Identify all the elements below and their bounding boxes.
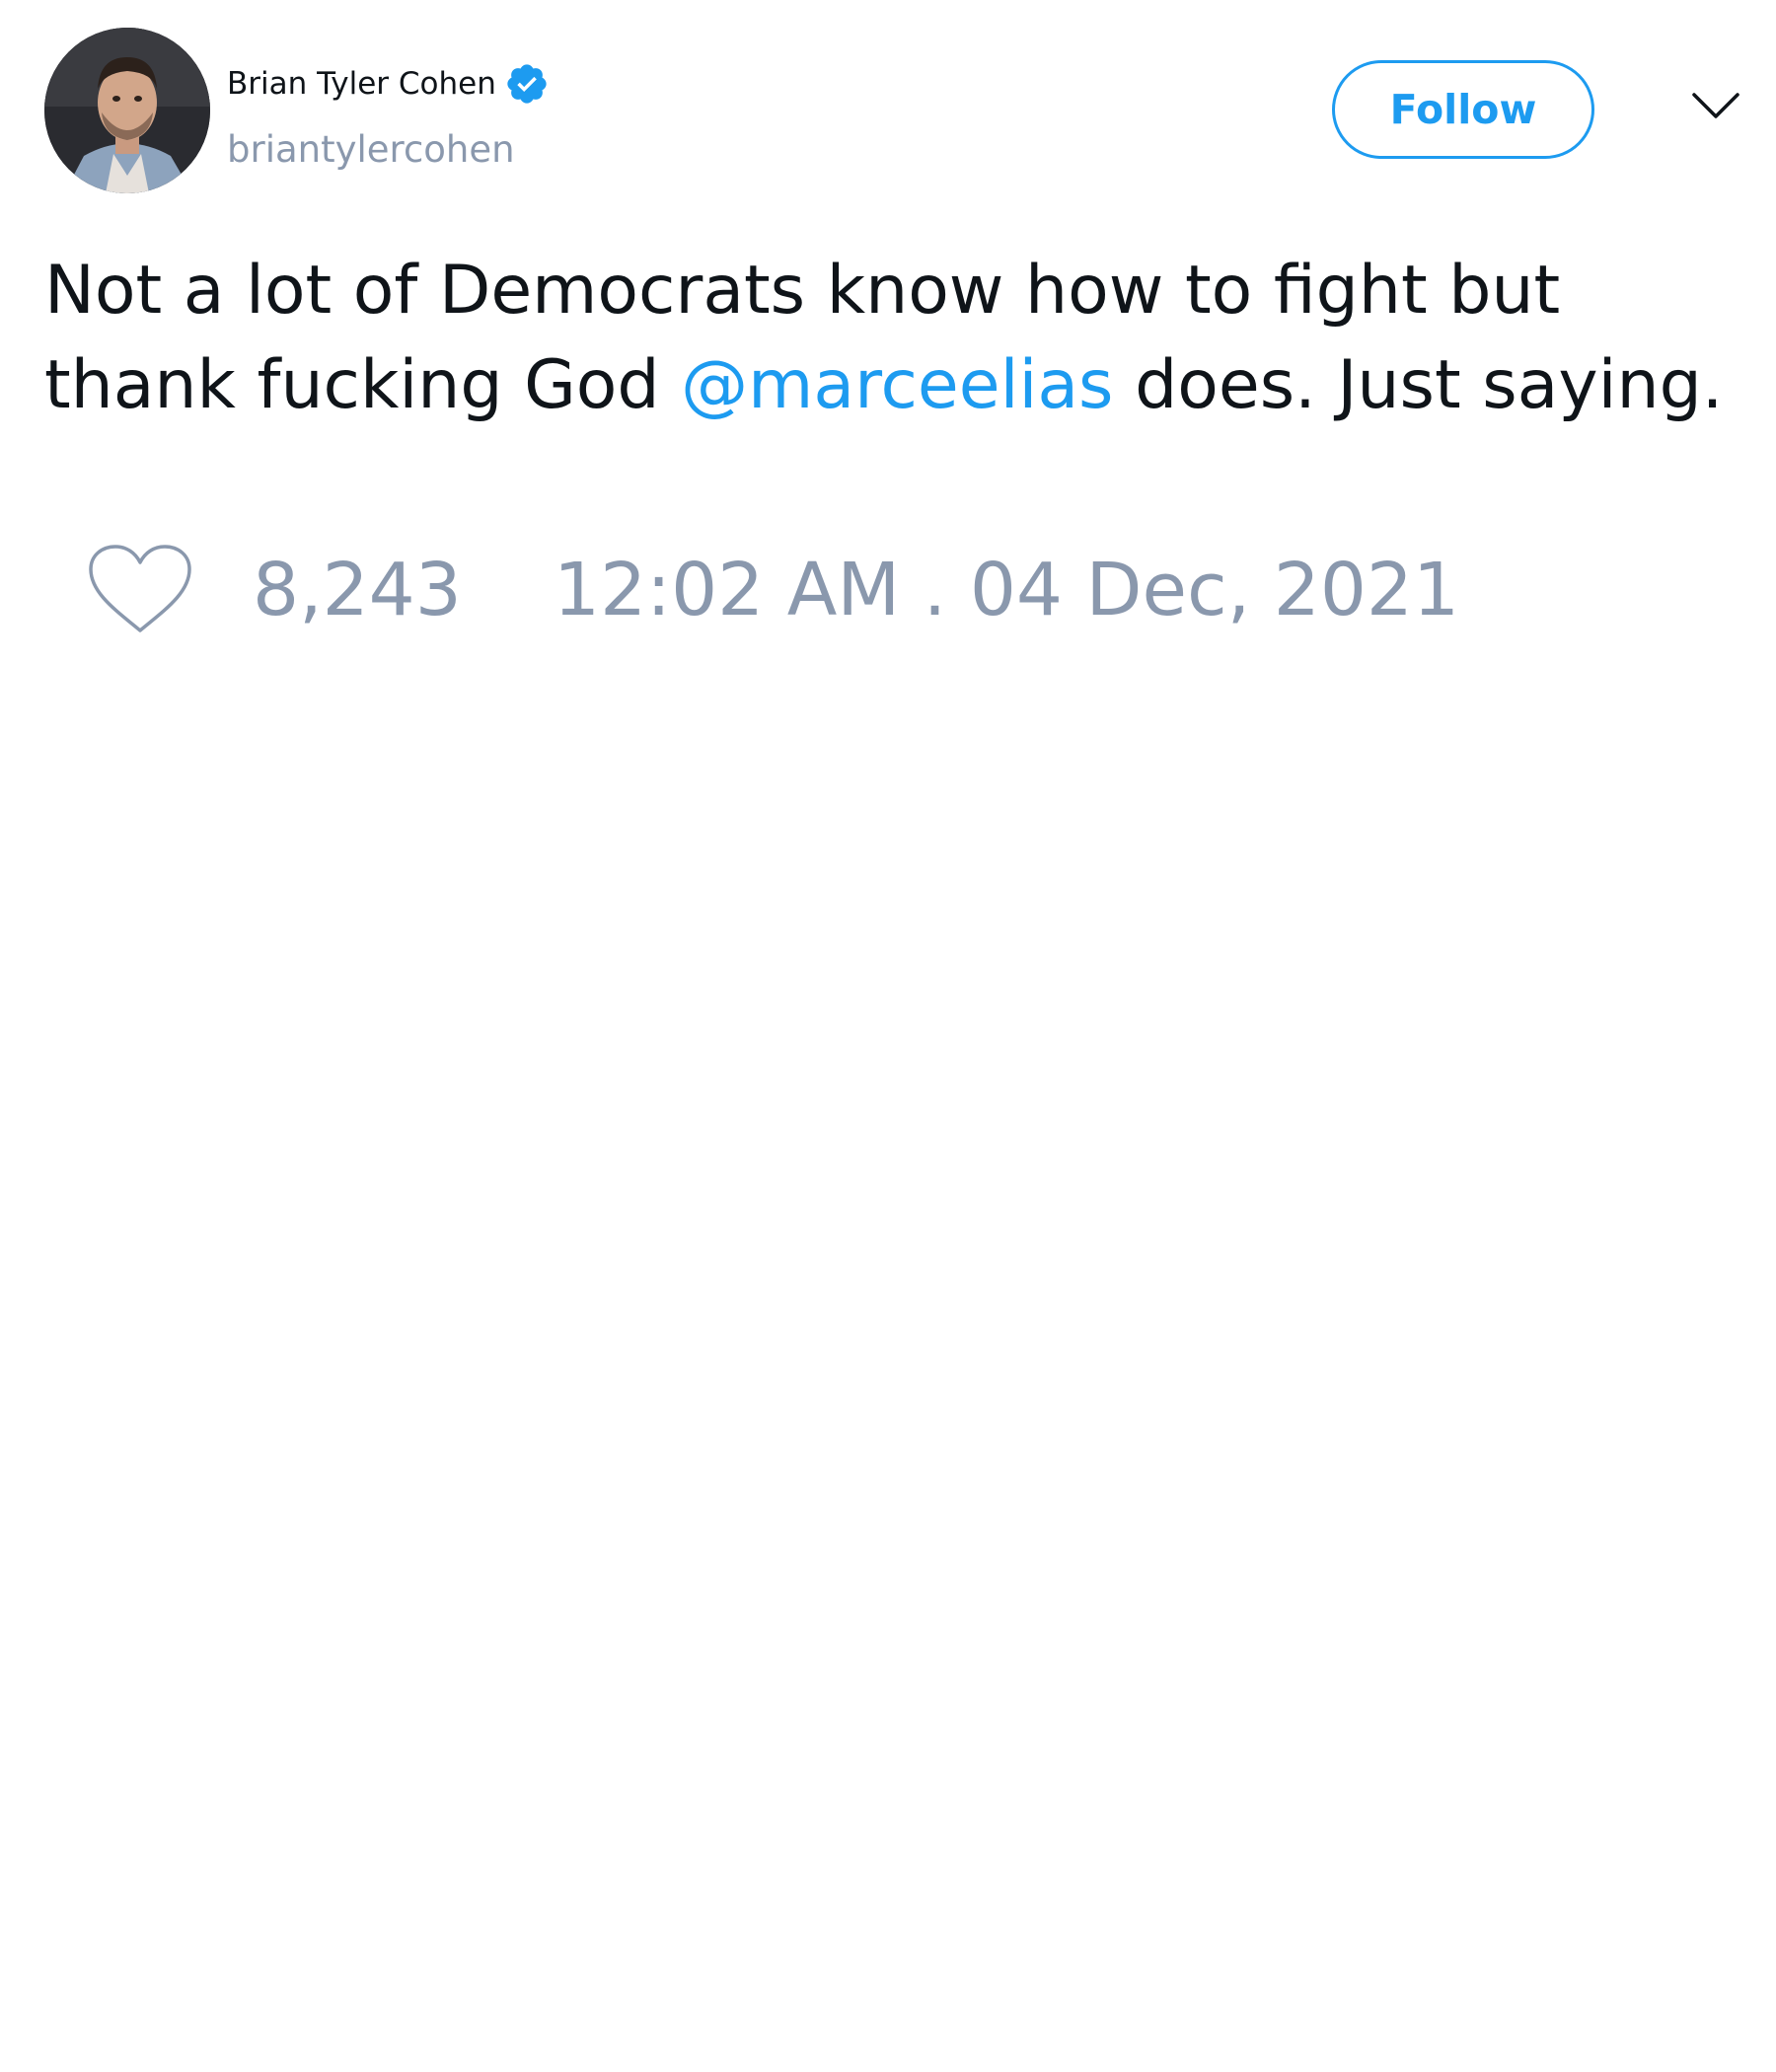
follow-button[interactable]: Follow: [1332, 60, 1594, 159]
verified-badge-icon: [504, 61, 550, 107]
username[interactable]: briantylercohen: [227, 126, 515, 174]
display-name[interactable]: Brian Tyler Cohen: [227, 61, 496, 107]
chevron-down-icon[interactable]: [1690, 87, 1741, 126]
avatar[interactable]: [44, 28, 210, 193]
tweet-text: Not a lot of Democrats know how to fight…: [44, 244, 1761, 433]
like-count: 8,243: [253, 548, 462, 632]
tweet-text-part: does. Just saying.: [1113, 346, 1724, 424]
author-name-row: Brian Tyler Cohen: [227, 61, 550, 107]
timestamp[interactable]: 12:02 AM . 04 Dec, 2021: [554, 541, 1459, 639]
heart-icon[interactable]: [87, 544, 193, 636]
avatar-image: [44, 28, 210, 193]
tweet-card: Brian Tyler Cohen briantylercohen Follow…: [0, 0, 1776, 2072]
tweet-footer: 8,243 12:02 AM . 04 Dec, 2021: [87, 541, 1459, 639]
mention-link[interactable]: @marceelias: [681, 346, 1113, 424]
